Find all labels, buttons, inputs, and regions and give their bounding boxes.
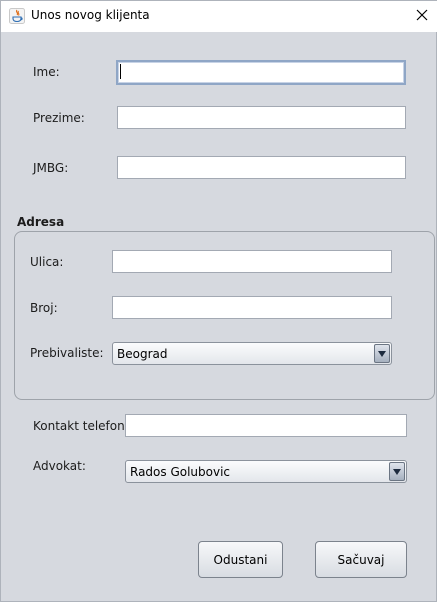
broj-field[interactable] <box>112 296 392 319</box>
kontakt-telefon-field[interactable] <box>125 414 407 437</box>
window-title: Unos novog klijenta <box>31 8 150 22</box>
save-button[interactable]: Sačuvaj <box>315 541 407 578</box>
title-bar[interactable]: Unos novog klijenta <box>1 1 437 32</box>
prebivaliste-select[interactable]: Beograd <box>112 342 392 365</box>
chevron-down-icon <box>378 350 386 357</box>
dropdown-button[interactable] <box>389 462 405 481</box>
advokat-select[interactable]: Rados Golubovic <box>125 460 407 483</box>
broj-label: Broj: <box>30 301 58 315</box>
ulica-field[interactable] <box>112 250 392 273</box>
prezime-field[interactable] <box>117 106 406 129</box>
dialog-window: Unos novog klijenta Ime: Prezime: JMBG: … <box>0 0 437 602</box>
java-icon <box>9 8 25 24</box>
chevron-down-icon <box>393 468 401 475</box>
jmbg-field[interactable] <box>117 156 406 179</box>
prebivaliste-selected-value: Beograd <box>117 346 168 361</box>
address-section-title: Adresa <box>17 215 65 229</box>
kontakt-telefon-label: Kontakt telefon: <box>33 419 129 433</box>
prebivaliste-label: Prebivaliste: <box>30 346 104 360</box>
dropdown-button[interactable] <box>374 344 390 363</box>
text-caret <box>120 64 121 79</box>
cancel-button[interactable]: Odustani <box>198 541 283 578</box>
prezime-label: Prezime: <box>33 111 85 125</box>
close-icon <box>416 9 428 24</box>
ulica-label: Ulica: <box>30 255 64 269</box>
ime-field[interactable] <box>116 60 406 85</box>
ime-label: Ime: <box>33 65 60 79</box>
advokat-label: Advokat: <box>33 459 86 473</box>
advokat-selected-value: Rados Golubovic <box>130 464 231 479</box>
jmbg-label: JMBG: <box>33 161 69 175</box>
close-button[interactable] <box>406 1 437 32</box>
